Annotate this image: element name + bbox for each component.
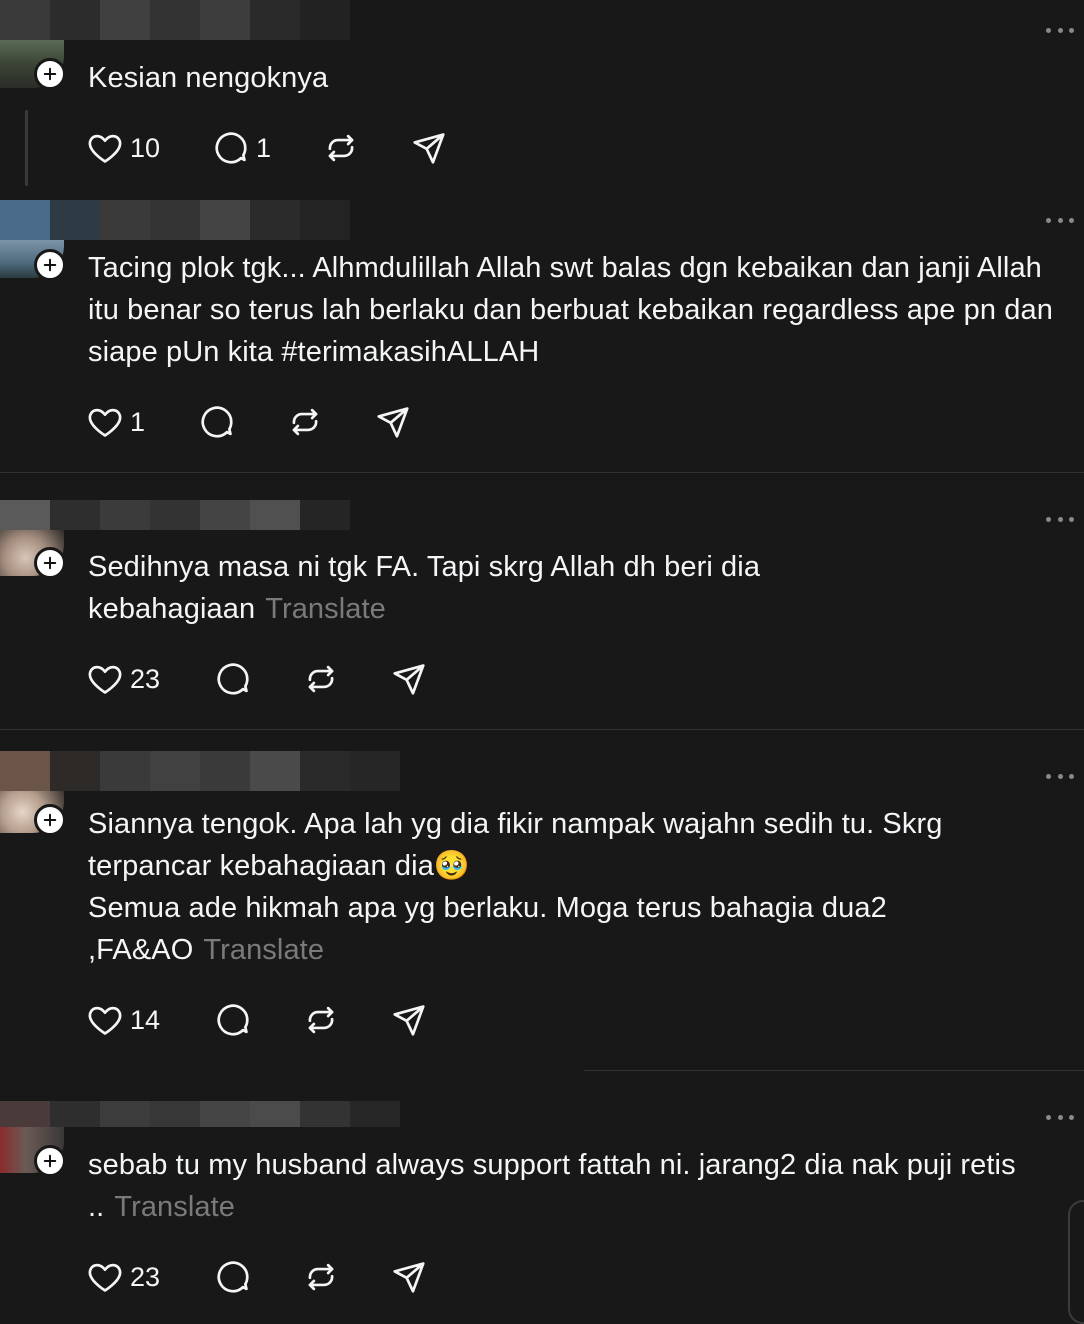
like-count: 23 bbox=[130, 1261, 161, 1292]
like-button[interactable]: 23 bbox=[86, 1257, 160, 1297]
repost-button[interactable] bbox=[302, 659, 340, 699]
heart-icon bbox=[86, 1001, 124, 1039]
comment-icon bbox=[214, 1258, 252, 1296]
follow-button[interactable] bbox=[34, 804, 66, 836]
send-icon bbox=[390, 660, 428, 698]
repost-icon bbox=[302, 660, 340, 698]
like-button[interactable]: 23 bbox=[86, 659, 160, 699]
post-text-1: Siannya tengok. Apa lah yg dia fikir nam… bbox=[88, 808, 943, 882]
repost-button[interactable] bbox=[286, 402, 324, 442]
scroll-edge bbox=[1068, 1200, 1084, 1324]
repost-button[interactable] bbox=[302, 1000, 340, 1040]
send-icon bbox=[390, 1001, 428, 1039]
translate-link[interactable]: Translate bbox=[114, 1191, 235, 1223]
like-button[interactable]: 14 bbox=[86, 1000, 160, 1040]
repost-icon bbox=[286, 403, 324, 441]
comment-icon bbox=[214, 660, 252, 698]
follow-button[interactable] bbox=[34, 547, 66, 579]
follow-button[interactable] bbox=[34, 58, 66, 90]
thread-line bbox=[25, 110, 28, 186]
more-icon[interactable] bbox=[1046, 214, 1074, 226]
reply-button[interactable]: 1 bbox=[212, 128, 271, 168]
post-text: sebab tu my husband always support fatta… bbox=[88, 1144, 1074, 1228]
post-text: Tacing plok tgk... Alhmdulillah Allah sw… bbox=[88, 252, 1053, 368]
divider bbox=[0, 729, 1084, 730]
repost-button[interactable] bbox=[322, 128, 360, 168]
plus-icon bbox=[41, 554, 59, 572]
more-icon[interactable] bbox=[1046, 513, 1074, 525]
repost-button[interactable] bbox=[302, 1257, 340, 1297]
divider bbox=[584, 1070, 1084, 1071]
heart-icon bbox=[86, 403, 124, 441]
like-count: 14 bbox=[130, 1004, 161, 1035]
divider bbox=[0, 472, 1084, 473]
reply-button[interactable] bbox=[198, 402, 236, 442]
heart-icon bbox=[86, 660, 124, 698]
post-text: Kesian nengoknya bbox=[88, 62, 329, 94]
reply-button[interactable] bbox=[214, 1257, 252, 1297]
like-button[interactable]: 1 bbox=[86, 402, 145, 442]
blurred-username bbox=[0, 751, 400, 791]
translate-link[interactable]: Translate bbox=[265, 593, 386, 625]
more-icon[interactable] bbox=[1046, 24, 1074, 36]
plus-icon bbox=[41, 65, 59, 83]
share-button[interactable] bbox=[410, 128, 448, 168]
share-button[interactable] bbox=[390, 1000, 428, 1040]
follow-button[interactable] bbox=[34, 1145, 66, 1177]
heart-icon bbox=[86, 1258, 124, 1296]
reply-button[interactable] bbox=[214, 1000, 252, 1040]
repost-icon bbox=[302, 1258, 340, 1296]
more-icon[interactable] bbox=[1046, 1111, 1074, 1123]
like-count: 23 bbox=[130, 663, 161, 694]
send-icon bbox=[410, 129, 448, 167]
blurred-username bbox=[0, 0, 350, 40]
like-count: 10 bbox=[130, 132, 161, 163]
like-count: 1 bbox=[130, 406, 146, 437]
follow-button[interactable] bbox=[34, 249, 66, 281]
more-icon[interactable] bbox=[1046, 770, 1074, 782]
translate-link[interactable]: Translate bbox=[203, 934, 324, 966]
heart-icon bbox=[86, 129, 124, 167]
repost-icon bbox=[302, 1001, 340, 1039]
send-icon bbox=[390, 1258, 428, 1296]
share-button[interactable] bbox=[390, 659, 428, 699]
post-body: Sedihnya masa ni tgk FA. Tapi skrg Allah… bbox=[88, 551, 761, 625]
plus-icon bbox=[41, 1152, 59, 1170]
like-button[interactable]: 10 bbox=[86, 128, 160, 168]
reply-count: 1 bbox=[256, 132, 272, 163]
comment-icon bbox=[212, 129, 250, 167]
post-text: Sedihnya masa ni tgk FA. Tapi skrg Allah… bbox=[88, 546, 804, 630]
send-icon bbox=[374, 403, 412, 441]
comment-icon bbox=[198, 403, 236, 441]
plus-icon bbox=[41, 811, 59, 829]
comment-icon bbox=[214, 1001, 252, 1039]
plus-icon bbox=[41, 256, 59, 274]
reply-button[interactable] bbox=[214, 659, 252, 699]
post-text-2: Semua ade hikmah apa yg berlaku. Moga te… bbox=[88, 887, 944, 971]
blurred-username bbox=[0, 200, 350, 240]
share-button[interactable] bbox=[390, 1257, 428, 1297]
share-button[interactable] bbox=[374, 402, 412, 442]
blurred-username bbox=[0, 500, 350, 530]
repost-icon bbox=[322, 129, 360, 167]
blurred-username bbox=[0, 1101, 400, 1127]
